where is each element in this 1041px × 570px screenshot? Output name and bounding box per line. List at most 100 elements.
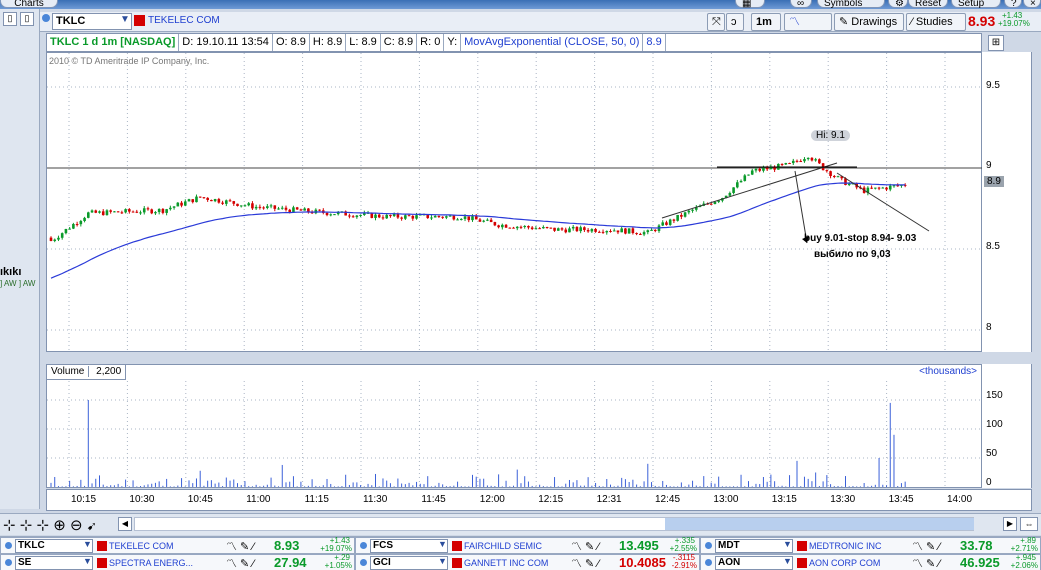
chart-icons[interactable]: 〽 ✎ ⁄ [226, 538, 254, 554]
candle-body [564, 229, 568, 233]
watchlist-symbol[interactable]: GCI [370, 556, 448, 570]
candle-body [474, 216, 478, 220]
watchlist-symbol[interactable]: SE [15, 556, 93, 570]
dropdown-icon[interactable]: ▼ [783, 556, 792, 566]
dropdown-icon[interactable]: ▼ [120, 14, 130, 25]
candle-body [605, 230, 609, 233]
scrollbar-thumb[interactable] [665, 518, 974, 530]
link-icon[interactable]: ∞ [790, 0, 812, 9]
candle-body [646, 230, 650, 233]
horizontal-scrollbar[interactable] [134, 517, 974, 531]
watchlist-company[interactable]: FAIRCHILD SEMIC [464, 541, 542, 551]
chart-icons[interactable]: 〽 ✎ ⁄ [912, 538, 940, 554]
watchlist-item[interactable]: MDT ▼ MEDTRONIC INC 〽 ✎ ⁄ 33.78 +.89 +2.71% [700, 536, 1041, 554]
watchlist-item[interactable]: FCS ▼ FAIRCHILD SEMIC 〽 ✎ ⁄ 13.495 +.335 +2.55… [355, 536, 700, 554]
watchlist-company[interactable]: GANNETT INC COM [464, 558, 548, 568]
watchlist-item[interactable]: GCI ▼ GANNETT INC COM 〽 ✎ ⁄ 10.4085 -.3115 -2.… [355, 553, 700, 570]
candle-body [668, 219, 672, 225]
candle-body [348, 215, 351, 217]
volume-tick: 0 [986, 477, 992, 488]
dropdown-icon[interactable]: ▼ [83, 539, 92, 549]
chart-icons[interactable]: 〽 ✎ ⁄ [571, 555, 599, 570]
chart-icons[interactable]: 〽 ✎ ⁄ [912, 555, 940, 570]
candle-body [210, 199, 213, 202]
watchlist-item[interactable]: SE ▼ SPECTRA ENERG... 〽 ✎ ⁄ 27.94 +.29 +1.05% [0, 553, 355, 570]
candle-body [381, 217, 385, 219]
panel-toggle-icon[interactable]: ▯ [3, 12, 17, 26]
candle-body [116, 211, 120, 213]
candle-body [650, 229, 653, 231]
settings-icon[interactable]: ⊞ [988, 35, 1004, 51]
symbols-button[interactable]: Symbols [817, 0, 885, 9]
candle-body [497, 225, 500, 228]
study-name[interactable]: MovAvgExponential (CLOSE, 50, 0) [461, 34, 644, 51]
candle-body [460, 218, 463, 220]
watchlist-company[interactable]: TEKELEC COM [109, 541, 174, 551]
crosshair-add-icon-3[interactable]: ⊹ [37, 517, 50, 534]
link-dot-icon [360, 559, 367, 566]
candle-body [87, 212, 90, 218]
expand-icon[interactable]: ⇔ [1020, 517, 1038, 531]
candle-body [765, 167, 769, 170]
candle-body [598, 231, 601, 233]
dropdown-icon[interactable]: ▼ [438, 556, 447, 566]
arrow-line[interactable] [836, 172, 930, 232]
candle-body [60, 233, 64, 238]
chart-icons[interactable]: 〽 ✎ ⁄ [226, 555, 254, 570]
crosshair-icon[interactable]: ⤧ [707, 13, 725, 31]
time-axis[interactable]: 10:15 10:30 10:45 11:00 11:15 11:30 11:45 12:00… [46, 489, 1032, 511]
volume-header: Volume 2,200 [47, 365, 127, 380]
watchlist-company[interactable]: AON CORP COM [809, 558, 880, 568]
candle-body [202, 197, 206, 199]
panel-toggle-icon-2[interactable]: ▯ [20, 12, 34, 26]
watchlist-symbol[interactable]: AON [715, 556, 793, 570]
candle-body [79, 221, 83, 225]
zoom-in-icon[interactable]: ⊕ [53, 517, 66, 534]
watchlist-symbol[interactable]: FCS [370, 539, 448, 553]
price-axis[interactable]: 9.5 9 8.5 8 8.9 [982, 52, 1032, 352]
interval-selector[interactable]: 1m [751, 13, 781, 31]
watchlist-company[interactable]: SPECTRA ENERG... [109, 558, 193, 568]
candle-body [142, 208, 146, 213]
candle-body [333, 214, 336, 216]
grid-layout-button[interactable]: ▦ [735, 0, 765, 9]
chart-icons[interactable]: 〽 ✎ ⁄ [571, 538, 599, 554]
watchlist-price: 10.4085 [619, 555, 666, 570]
volume-axis[interactable]: 150 100 50 0 [982, 364, 1032, 488]
scroll-right-button[interactable]: ▶ [1003, 517, 1017, 531]
crosshair-add-icon-2[interactable]: ⊹ [20, 517, 33, 534]
company-name[interactable]: TEKELEC COM [148, 15, 220, 26]
zoom-out-icon[interactable]: ⊖ [70, 517, 83, 534]
setup-button[interactable]: Setup [951, 0, 1001, 9]
dropdown-icon[interactable]: ▼ [783, 539, 792, 549]
candle-body [131, 211, 135, 213]
style-button[interactable]: 〽 Style [784, 13, 832, 44]
crosshair-add-icon[interactable]: ⊹ [3, 517, 16, 534]
volume-value: 2,200 [96, 366, 122, 377]
chart-info-bar: TKLC 1 d 1m [NASDAQ] D: 19.10.11 13:54 O… [46, 33, 982, 52]
watchlist-company[interactable]: MEDTRONIC INC [809, 541, 882, 551]
watchlist-item[interactable]: AON ▼ AON CORP COM 〽 ✎ ⁄ 46.925 +.945 +2.06% [700, 553, 1041, 570]
watchlist-item[interactable]: TKLC ▼ TEKELEC COM 〽 ✎ ⁄ 8.93 +1.43 +19.07% [0, 536, 355, 554]
studies-button[interactable]: ⁄ Studies [906, 13, 966, 31]
drawings-button[interactable]: ✎ Drawings [834, 13, 904, 31]
dropdown-icon[interactable]: ▼ [438, 539, 447, 549]
candle-body [512, 227, 515, 229]
watchlist-symbol[interactable]: MDT [715, 539, 793, 553]
watchlist-symbol[interactable]: TKLC [15, 539, 93, 553]
time-tick: 11:30 [363, 494, 388, 505]
candle-body [280, 207, 284, 209]
candle-body [545, 226, 549, 228]
candle-body [146, 208, 150, 210]
volume-panel: Volume 2,200 <thousands> [46, 364, 983, 489]
dropdown-icon[interactable]: ▼ [83, 556, 92, 566]
charts-tab[interactable]: Charts [0, 0, 58, 9]
cursor-icon[interactable]: ↄ [726, 13, 744, 31]
candle-body [53, 239, 57, 241]
scroll-left-button[interactable]: ◀ [118, 517, 132, 531]
candle-body [482, 220, 485, 222]
pointer-icon[interactable]: ➹ [87, 519, 97, 533]
reset-button[interactable]: Reset [908, 0, 948, 9]
partial-label-2: ] AW ] AW [0, 279, 36, 288]
candle-body [183, 201, 187, 206]
